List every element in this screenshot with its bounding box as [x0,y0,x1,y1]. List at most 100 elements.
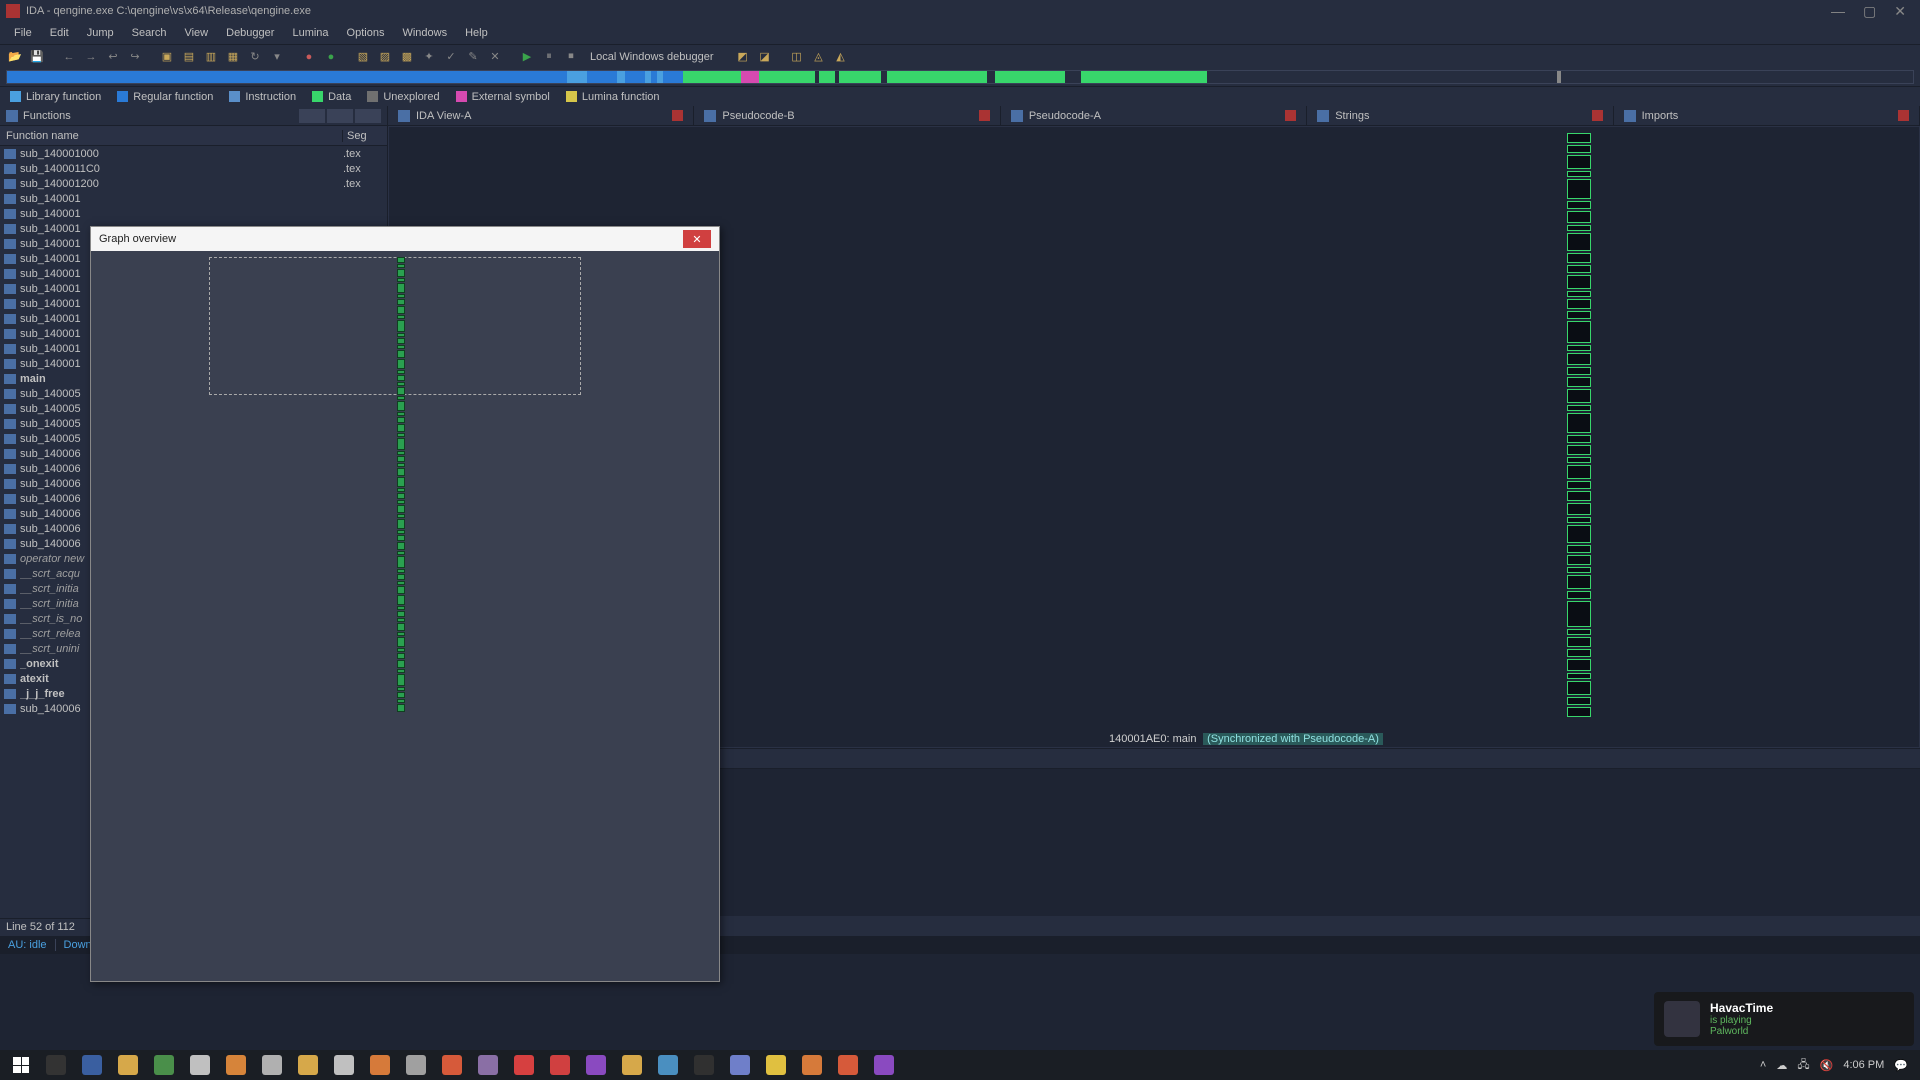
nav-segment[interactable] [819,71,835,83]
tab-close-icon[interactable] [1285,110,1296,121]
nav-segment[interactable] [839,71,881,83]
maximize-button[interactable]: ▢ [1863,3,1876,20]
graph-node[interactable] [1567,377,1591,387]
menu-lumina[interactable]: Lumina [284,25,336,41]
nav-segment[interactable] [887,71,987,83]
graph-node[interactable] [1567,481,1591,489]
taskbar-item[interactable] [614,1050,650,1080]
taskbar-item[interactable] [506,1050,542,1080]
nav-segment[interactable] [759,71,815,83]
tool-a-icon[interactable]: ▣ [158,48,176,66]
nav-segment[interactable] [741,71,759,83]
discord-notification[interactable]: HavacTime is playing Palworld [1654,992,1914,1046]
nav-segment[interactable] [567,71,587,83]
run-marker-icon[interactable]: ● [322,48,340,66]
taskbar-clock[interactable]: 4:06 PM [1843,1060,1884,1071]
graph-node[interactable] [1567,155,1591,169]
graph-node[interactable] [1567,367,1591,375]
stop-icon[interactable]: ⏹ [562,48,580,66]
graph-node[interactable] [1567,591,1591,599]
graph-node[interactable] [1567,201,1591,209]
menu-options[interactable]: Options [339,25,393,41]
taskbar-item[interactable] [866,1050,902,1080]
tab-close-icon[interactable] [672,110,683,121]
nav-segment[interactable] [987,71,995,83]
taskbar-item[interactable] [290,1050,326,1080]
nav-segment[interactable] [1561,71,1801,83]
graph-overview-body[interactable] [91,251,719,981]
graph-node[interactable] [1567,673,1591,679]
breakpoint-icon[interactable]: ● [300,48,318,66]
nav-fwd-icon[interactable]: → [82,48,100,66]
tool-e-icon[interactable]: ▾ [268,48,286,66]
notification-center-icon[interactable]: 💬 [1894,1059,1908,1072]
tool-n-icon[interactable]: ◫ [788,48,806,66]
graph-node[interactable] [1567,299,1591,309]
nav-fwd2-icon[interactable]: ↪ [126,48,144,66]
nav-back2-icon[interactable]: ↩ [104,48,122,66]
graph-node[interactable] [1567,707,1591,717]
tray-chevron-icon[interactable]: ˄ [1760,1059,1766,1071]
graph-node[interactable] [1567,179,1591,199]
taskbar-item[interactable] [398,1050,434,1080]
graph-node[interactable] [1567,517,1591,523]
graph-node[interactable] [1567,681,1591,695]
graph-overview-viewport[interactable] [209,257,581,395]
tool-k-icon[interactable]: ✎ [464,48,482,66]
tool-i-icon[interactable]: ✦ [420,48,438,66]
graph-node[interactable] [1567,503,1591,515]
graph-node[interactable] [1567,491,1591,501]
nav-segment[interactable] [1081,71,1207,83]
tool-m-icon[interactable]: ◪ [756,48,774,66]
taskbar-item[interactable] [218,1050,254,1080]
tray-cloud-icon[interactable]: ☁ [1776,1059,1787,1072]
tool-h-icon[interactable]: ▩ [398,48,416,66]
start-button[interactable] [4,1050,38,1080]
function-row[interactable]: sub_1400011C0.tex [0,161,387,176]
taskbar-item[interactable] [578,1050,614,1080]
col-function-name[interactable]: Function name [0,130,343,142]
graph-node[interactable] [1567,567,1591,573]
graph-node[interactable] [1567,659,1591,671]
nav-back-icon[interactable]: ← [60,48,78,66]
graph-node[interactable] [1567,345,1591,351]
tray-volume-icon[interactable]: 🔇 [1820,1059,1834,1072]
nav-segment[interactable] [663,71,683,83]
col-segment[interactable]: Seg [343,130,387,142]
nav-segment[interactable] [1207,71,1557,83]
graph-node[interactable] [1567,457,1591,463]
graph-node[interactable] [1567,389,1591,403]
graph-node[interactable] [1567,435,1591,443]
nav-segment[interactable] [587,71,617,83]
delete-icon[interactable]: ✕ [486,48,504,66]
menu-help[interactable]: Help [457,25,496,41]
graph-node[interactable] [1567,353,1591,365]
tool-l-icon[interactable]: ◩ [734,48,752,66]
graph-node[interactable] [1567,265,1591,273]
taskbar-item[interactable] [254,1050,290,1080]
tool-f-icon[interactable]: ▧ [354,48,372,66]
tab-imports[interactable]: Imports [1614,106,1920,125]
graph-node[interactable] [1567,211,1591,223]
taskbar-search[interactable] [38,1050,74,1080]
debugger-selector[interactable]: Local Windows debugger [584,51,720,63]
taskbar-item[interactable] [110,1050,146,1080]
nav-segment[interactable] [995,71,1065,83]
pause-icon[interactable]: ⏸ [540,48,558,66]
tab-ida-view-a[interactable]: IDA View-A [388,106,694,125]
menu-debugger[interactable]: Debugger [218,25,282,41]
taskbar-item[interactable] [434,1050,470,1080]
taskbar-item[interactable] [830,1050,866,1080]
tool-j-icon[interactable]: ✓ [442,48,460,66]
function-row[interactable]: sub_140001 [0,191,387,206]
taskbar-item[interactable] [722,1050,758,1080]
graph-node[interactable] [1567,555,1591,565]
taskbar-item[interactable] [650,1050,686,1080]
menu-search[interactable]: Search [124,25,175,41]
graph-node[interactable] [1567,225,1591,231]
taskbar-item[interactable] [470,1050,506,1080]
tab-strings[interactable]: Strings [1307,106,1613,125]
taskbar-item[interactable] [182,1050,218,1080]
taskbar-item[interactable] [362,1050,398,1080]
taskbar-item[interactable] [542,1050,578,1080]
